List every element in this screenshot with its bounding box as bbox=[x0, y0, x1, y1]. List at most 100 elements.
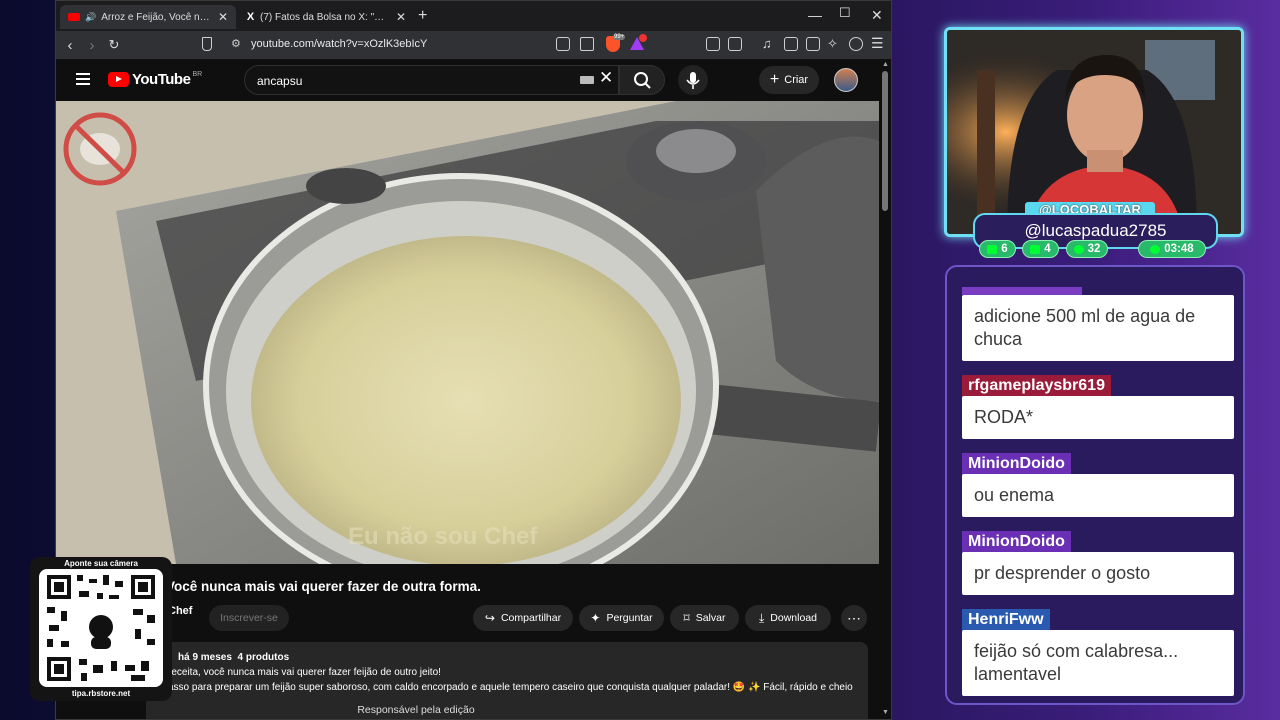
close-tab-icon[interactable]: ✕ bbox=[396, 10, 406, 24]
tab-active[interactable]: 🔊 Arroz e Feijão, Você nunca mais vai ✕ bbox=[60, 5, 236, 29]
share-button[interactable]: ↪ Compartilhar bbox=[473, 605, 573, 631]
qr-caption-bottom: tipa.rbstore.net bbox=[71, 689, 131, 698]
tab-title: (7) Fatos da Bolsa no X: "URGENTE: Acabo… bbox=[260, 11, 390, 23]
chat-message: pr desprender o gosto bbox=[962, 552, 1234, 595]
youtube-play-icon bbox=[108, 72, 129, 87]
video-watermark: Eu não sou Chef bbox=[348, 523, 538, 550]
microphone-icon bbox=[686, 72, 700, 89]
products-link[interactable]: 4 produtos bbox=[238, 652, 290, 663]
youtube-wordmark: YouTube bbox=[132, 71, 191, 88]
video-title: Você nunca mais vai querer fazer de outr… bbox=[166, 579, 481, 594]
minimize-icon[interactable]: — bbox=[808, 7, 822, 23]
viewer-icon bbox=[1073, 244, 1084, 254]
save-button[interactable]: ⌑ Salvar bbox=[670, 605, 739, 631]
video-player[interactable]: Eu não sou Chef bbox=[56, 101, 879, 564]
browser-window: 🔊 Arroz e Feijão, Você nunca mais vai ✕ … bbox=[55, 0, 892, 720]
chat-message: adicione 500 ml de agua de chuca bbox=[962, 295, 1234, 361]
uptime: 03:48 bbox=[1164, 243, 1194, 255]
plus-icon: + bbox=[769, 71, 780, 88]
close-tab-icon[interactable]: ✕ bbox=[218, 10, 228, 24]
chat-username: MinionDoido bbox=[962, 531, 1071, 553]
vpn-icon[interactable] bbox=[849, 37, 863, 51]
new-tab-icon[interactable]: + bbox=[418, 7, 427, 25]
download-icon: ⤓ bbox=[758, 610, 765, 625]
address-toolbar: ‹ › ↻ ⚙ youtube.com/watch?v=xOzlK3ebIcY … bbox=[56, 31, 891, 59]
back-icon[interactable]: ‹ bbox=[59, 37, 81, 54]
keyboard-icon[interactable] bbox=[580, 76, 594, 84]
video-meta: há 9 meses 4 produtos bbox=[178, 652, 289, 663]
share-icon[interactable] bbox=[580, 37, 594, 51]
qr-code bbox=[39, 569, 163, 687]
chat-username: MinionDoido bbox=[962, 453, 1071, 475]
ask-button[interactable]: ✦ Perguntar bbox=[579, 605, 664, 631]
tab-bar: 🔊 Arroz e Feijão, Você nunca mais vai ✕ … bbox=[56, 1, 891, 31]
url-field[interactable]: youtube.com/watch?v=xOzlK3ebIcY bbox=[251, 38, 427, 50]
search-icon bbox=[634, 72, 651, 89]
description-line-2: asso para preparar um feijão super sabor… bbox=[168, 682, 853, 693]
wallet-icon[interactable] bbox=[806, 37, 820, 51]
qr-card: Aponte sua câmera tipa.rbstore.net bbox=[30, 557, 172, 701]
music-icon[interactable]: ♫ bbox=[762, 36, 772, 51]
chat-message: feijão só com calabresa... lamentavel bbox=[962, 630, 1234, 696]
editor-credit: Responsável pela edição bbox=[146, 700, 686, 719]
chat-username: HenriFww bbox=[962, 609, 1050, 631]
extensions-icon[interactable] bbox=[706, 37, 720, 51]
save-bookmark-icon: ⌑ bbox=[683, 611, 690, 625]
clear-search-icon[interactable]: ✕ bbox=[599, 68, 613, 88]
menu-icon[interactable]: ☰ bbox=[871, 35, 884, 52]
chat-username-tag bbox=[962, 287, 1082, 295]
youtube-count-badge: 4 bbox=[1022, 240, 1059, 258]
clock-icon bbox=[1150, 244, 1161, 254]
search-button[interactable] bbox=[619, 65, 665, 95]
youtube-icon bbox=[1030, 244, 1041, 254]
create-label: Criar bbox=[784, 74, 809, 86]
description-line-1: receita, você nunca mais vai querer faze… bbox=[168, 667, 441, 678]
youtube-logo[interactable]: YouTube BR bbox=[108, 71, 202, 88]
download-button[interactable]: ⤓ Download bbox=[745, 605, 831, 631]
more-actions-button[interactable]: ⋯ bbox=[841, 605, 867, 631]
chat-message: RODA* bbox=[962, 396, 1234, 439]
maximize-icon[interactable]: ☐ bbox=[839, 5, 851, 21]
tab-title: Arroz e Feijão, Você nunca mais vai bbox=[101, 11, 212, 23]
video-frame bbox=[56, 101, 879, 564]
site-settings-icon[interactable]: ⚙ bbox=[231, 37, 241, 50]
viewer-count: 32 bbox=[1087, 243, 1101, 255]
reload-icon[interactable]: ↻ bbox=[103, 37, 125, 53]
sparkle-icon: ✦ bbox=[590, 611, 601, 625]
account-avatar[interactable] bbox=[834, 68, 858, 92]
youtube-header: YouTube BR ancapsu ✕ + Criar bbox=[56, 59, 886, 101]
chat-icon bbox=[987, 244, 998, 254]
cast-icon[interactable] bbox=[556, 37, 570, 51]
leo-ai-icon[interactable]: ✧ bbox=[827, 36, 838, 52]
tab-x[interactable]: X (7) Fatos da Bolsa no X: "URGENTE: Aca… bbox=[238, 5, 414, 29]
create-button[interactable]: + Criar bbox=[759, 66, 819, 94]
save-label: Salvar bbox=[695, 612, 726, 624]
scroll-down-icon[interactable]: ▼ bbox=[882, 709, 889, 716]
forward-icon[interactable]: › bbox=[81, 37, 103, 54]
speaker-icon[interactable]: 🔊 bbox=[85, 11, 96, 23]
close-window-icon[interactable]: ✕ bbox=[871, 7, 883, 24]
scroll-up-icon[interactable]: ▲ bbox=[882, 61, 889, 68]
bookmark-icon[interactable] bbox=[202, 37, 212, 51]
chat-username: rfgameplaysbr619 bbox=[962, 375, 1111, 397]
subscribe-button[interactable]: Inscrever-se bbox=[209, 605, 289, 631]
download-label: Download bbox=[770, 612, 817, 624]
sidebar-icon[interactable] bbox=[784, 37, 798, 51]
video-info: Você nunca mais vai querer fazer de outr… bbox=[56, 564, 879, 719]
ask-label: Perguntar bbox=[606, 612, 653, 624]
hamburger-menu-icon[interactable] bbox=[76, 73, 90, 85]
x-favicon-icon: X bbox=[246, 11, 255, 23]
viewer-count-badge: 32 bbox=[1066, 240, 1108, 258]
qr-pattern bbox=[47, 575, 155, 681]
youtube-count: 4 bbox=[1044, 243, 1051, 255]
search-input[interactable]: ancapsu bbox=[244, 65, 619, 95]
scrollbar-thumb[interactable] bbox=[882, 71, 888, 211]
chat-message: ou enema bbox=[962, 474, 1234, 517]
uptime-badge: 03:48 bbox=[1138, 240, 1206, 258]
voice-search-button[interactable] bbox=[678, 65, 708, 95]
share-label: Compartilhar bbox=[500, 612, 562, 624]
upload-date: há 9 meses bbox=[178, 652, 232, 663]
chat-panel: adicione 500 ml de agua de chuca rfgamep… bbox=[945, 265, 1245, 705]
screenshot-icon[interactable] bbox=[728, 37, 742, 51]
share-arrow-icon: ↪ bbox=[484, 611, 495, 625]
